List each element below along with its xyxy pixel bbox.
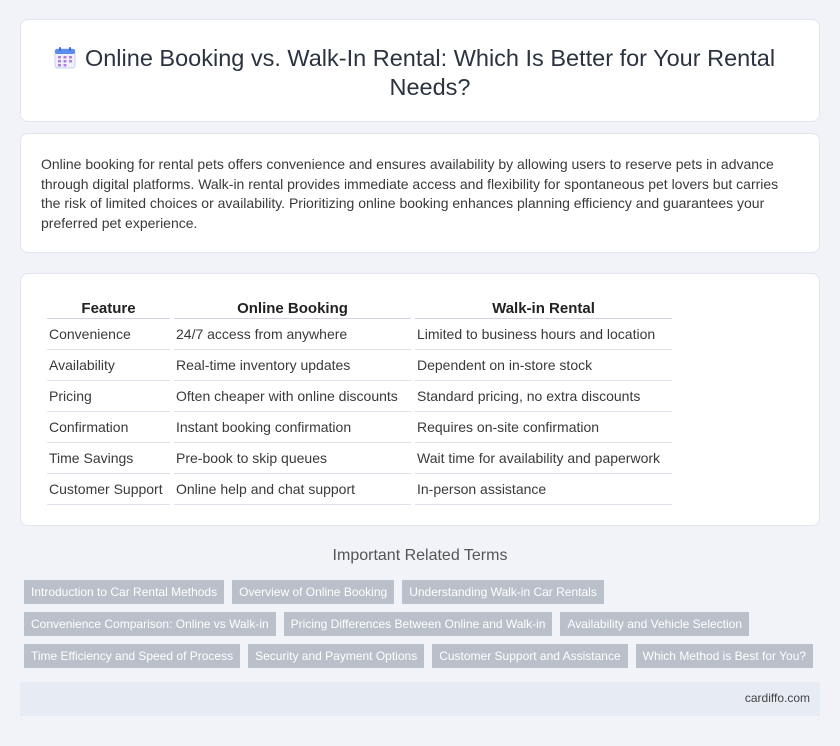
related-term-tag[interactable]: Security and Payment Options xyxy=(248,644,425,668)
related-terms-heading: Important Related Terms xyxy=(332,547,508,564)
related-term-tag[interactable]: Overview of Online Booking xyxy=(232,580,395,604)
related-term-tag[interactable]: Availability and Vehicle Selection xyxy=(560,612,750,636)
cell-walkin: Dependent on in-store stock xyxy=(415,350,672,381)
cell-feature: Pricing xyxy=(47,381,170,412)
cell-walkin: Standard pricing, no extra discounts xyxy=(415,381,672,412)
footer-site-link[interactable]: cardiffo.com xyxy=(745,691,810,705)
cell-feature: Confirmation xyxy=(47,412,170,443)
cell-online: Pre-book to skip queues xyxy=(174,443,411,474)
cell-online: Instant booking confirmation xyxy=(174,412,411,443)
table-row: Availability Real-time inventory updates… xyxy=(47,350,672,381)
table-row: Pricing Often cheaper with online discou… xyxy=(47,381,672,412)
related-term-tag[interactable]: Which Method is Best for You? xyxy=(635,644,814,668)
cell-feature: Customer Support xyxy=(47,474,170,505)
related-terms-tags: Introduction to Car Rental Methods Overv… xyxy=(24,580,824,676)
comparison-table: Feature Online Booking Walk-in Rental Co… xyxy=(43,296,676,505)
table-row: Customer Support Online help and chat su… xyxy=(47,474,672,505)
intro-card: Online booking for rental pets offers co… xyxy=(20,133,820,253)
header-online-booking: Online Booking xyxy=(174,296,411,319)
header-feature: Feature xyxy=(47,296,170,319)
cell-online: Online help and chat support xyxy=(174,474,411,505)
related-term-tag[interactable]: Customer Support and Assistance xyxy=(432,644,628,668)
cell-walkin: Wait time for availability and paperwork xyxy=(415,443,672,474)
related-term-tag[interactable]: Convenience Comparison: Online vs Walk-i… xyxy=(24,612,276,636)
header-walk-in-rental: Walk-in Rental xyxy=(415,296,672,319)
tag-row: Time Efficiency and Speed of Process Sec… xyxy=(24,644,824,668)
table-row: Time Savings Pre-book to skip queues Wai… xyxy=(47,443,672,474)
cell-walkin: Requires on-site confirmation xyxy=(415,412,672,443)
comparison-table-card: Feature Online Booking Walk-in Rental Co… xyxy=(20,273,820,526)
related-term-tag[interactable]: Pricing Differences Between Online and W… xyxy=(283,612,553,636)
cell-walkin: Limited to business hours and location xyxy=(415,319,672,350)
cell-online: 24/7 access from anywhere xyxy=(174,319,411,350)
page-title: Online Booking vs. Walk-In Rental: Which… xyxy=(84,45,776,100)
tag-row: Introduction to Car Rental Methods Overv… xyxy=(24,580,824,604)
table-header-row: Feature Online Booking Walk-in Rental xyxy=(47,296,672,319)
related-term-tag[interactable]: Introduction to Car Rental Methods xyxy=(24,580,225,604)
table-row: Convenience 24/7 access from anywhere Li… xyxy=(47,319,672,350)
table-row: Confirmation Instant booking confirmatio… xyxy=(47,412,672,443)
related-term-tag[interactable]: Understanding Walk-in Car Rentals xyxy=(402,580,604,604)
footer: cardiffo.com xyxy=(20,682,820,716)
tag-row: Convenience Comparison: Online vs Walk-i… xyxy=(24,612,824,636)
related-term-tag[interactable]: Time Efficiency and Speed of Process xyxy=(24,644,241,668)
cell-feature: Availability xyxy=(47,350,170,381)
title-card: Online Booking vs. Walk-In Rental: Which… xyxy=(20,19,820,122)
intro-paragraph: Online booking for rental pets offers co… xyxy=(41,156,779,231)
cell-walkin: In-person assistance xyxy=(415,474,672,505)
cell-online: Often cheaper with online discounts xyxy=(174,381,411,412)
cell-online: Real-time inventory updates xyxy=(174,350,411,381)
cell-feature: Convenience xyxy=(47,319,170,350)
cell-feature: Time Savings xyxy=(47,443,170,474)
